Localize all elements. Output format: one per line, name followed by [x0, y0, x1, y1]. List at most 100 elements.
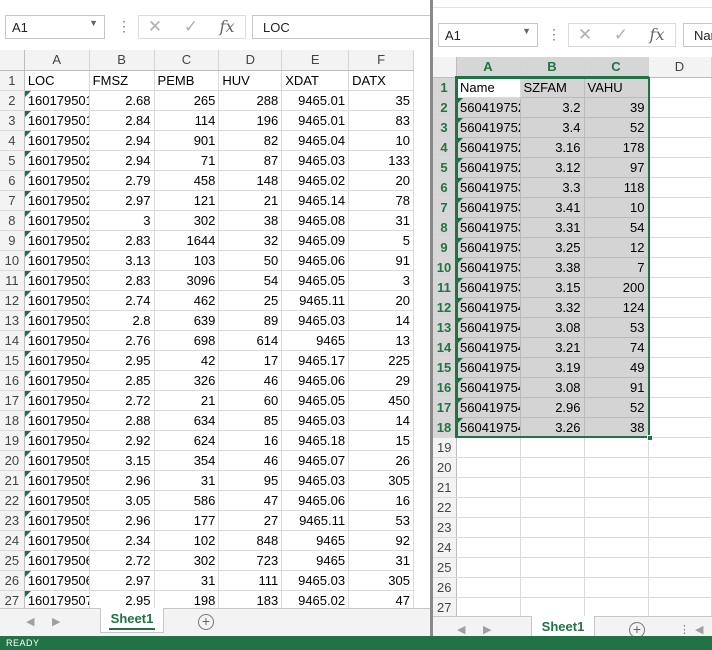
cell[interactable]: 160179503 — [24, 250, 90, 271]
row-header[interactable]: 3 — [0, 110, 25, 131]
cell[interactable]: 102 — [154, 530, 220, 551]
cell[interactable]: 3.12 — [520, 157, 585, 178]
cell[interactable]: 160179506 — [24, 550, 90, 571]
cell[interactable]: 42 — [154, 350, 220, 371]
row-header[interactable]: 8 — [0, 210, 25, 231]
cell[interactable]: 21 — [218, 190, 283, 211]
cell[interactable] — [456, 537, 521, 558]
cell[interactable]: 901 — [154, 130, 220, 151]
cell[interactable]: 27 — [218, 510, 283, 531]
cell[interactable]: 560419752 — [456, 137, 521, 158]
cell[interactable]: 3.26 — [520, 417, 585, 438]
cell[interactable]: 2.72 — [89, 550, 155, 571]
row-header[interactable]: 6 — [0, 170, 25, 191]
cell[interactable]: 97 — [584, 157, 649, 178]
cell[interactable]: 9465.09 — [281, 230, 350, 251]
select-all-corner[interactable] — [0, 50, 25, 71]
cell[interactable] — [648, 417, 712, 438]
cell[interactable]: 160179505 — [24, 450, 90, 471]
cell[interactable]: 29 — [348, 370, 414, 391]
cell[interactable]: XDAT — [281, 70, 350, 91]
cell[interactable]: 265 — [154, 90, 220, 111]
cell[interactable]: 305 — [348, 570, 414, 591]
cell[interactable]: 2.68 — [89, 90, 155, 111]
row-header[interactable]: 17 — [0, 390, 25, 411]
cell[interactable]: 82 — [218, 130, 283, 151]
cell[interactable]: 118 — [584, 177, 649, 198]
check-icon[interactable]: ✓ — [607, 24, 635, 46]
column-header-f[interactable]: F — [348, 50, 414, 71]
cell[interactable]: 160179502 — [24, 130, 90, 151]
cell[interactable]: 160179502 — [24, 150, 90, 171]
cell[interactable] — [584, 557, 649, 578]
cell[interactable] — [456, 597, 521, 618]
row-header[interactable]: 13 — [0, 310, 25, 331]
cell[interactable]: 16 — [348, 490, 414, 511]
cell[interactable]: 3 — [89, 210, 155, 231]
cell[interactable]: 53 — [348, 510, 414, 531]
cell[interactable]: VAHU — [584, 77, 649, 98]
cell[interactable]: 3.08 — [520, 317, 585, 338]
cell[interactable]: 9465.03 — [281, 310, 350, 331]
cell[interactable]: 1644 — [154, 230, 220, 251]
row-header[interactable]: 14 — [433, 337, 457, 358]
cell[interactable] — [520, 537, 585, 558]
cell[interactable] — [584, 437, 649, 458]
cell[interactable]: 2.95 — [89, 350, 155, 371]
cell[interactable]: 95 — [218, 470, 283, 491]
cell[interactable]: 160179504 — [24, 430, 90, 451]
cell[interactable]: 121 — [154, 190, 220, 211]
column-header-c[interactable]: C — [584, 57, 649, 78]
cell[interactable]: 225 — [348, 350, 414, 371]
cell[interactable]: 9465.14 — [281, 190, 350, 211]
cell[interactable]: 160179503 — [24, 310, 90, 331]
cell[interactable]: 2.97 — [89, 570, 155, 591]
cell[interactable]: 560419754 — [456, 417, 521, 438]
cell[interactable]: 2.84 — [89, 110, 155, 131]
cell[interactable]: 9465 — [281, 330, 350, 351]
cell[interactable]: 3 — [348, 270, 414, 291]
row-header[interactable]: 25 — [433, 557, 457, 578]
row-header[interactable]: 10 — [0, 250, 25, 271]
row-header[interactable]: 8 — [433, 217, 457, 238]
cell[interactable] — [648, 377, 712, 398]
cell[interactable]: 2.94 — [89, 130, 155, 151]
cell[interactable] — [456, 557, 521, 578]
cell[interactable]: 9465.17 — [281, 350, 350, 371]
row-header[interactable]: 4 — [0, 130, 25, 151]
cell[interactable]: 9465.05 — [281, 390, 350, 411]
row-header[interactable]: 24 — [0, 530, 25, 551]
cell[interactable]: 2.72 — [89, 390, 155, 411]
cell[interactable]: 46 — [218, 370, 283, 391]
cell[interactable]: 2.96 — [89, 510, 155, 531]
cell[interactable]: 31 — [154, 470, 220, 491]
column-header-a[interactable]: A — [24, 50, 90, 71]
cell[interactable] — [584, 477, 649, 498]
cell[interactable]: 52 — [584, 117, 649, 138]
cell[interactable]: 9465.11 — [281, 290, 350, 311]
cell[interactable]: 160179502 — [24, 190, 90, 211]
formula-input[interactable]: LOC — [252, 15, 430, 39]
cell[interactable]: 302 — [154, 210, 220, 231]
row-header[interactable]: 12 — [433, 297, 457, 318]
scroll-tabs-left-icon[interactable]: ◀ — [26, 615, 34, 628]
cell[interactable]: 9465.03 — [281, 410, 350, 431]
cell[interactable]: 560419753 — [456, 277, 521, 298]
cell[interactable]: DATX — [348, 70, 414, 91]
cell[interactable]: 9465.06 — [281, 370, 350, 391]
cell[interactable]: 614 — [218, 330, 283, 351]
row-header[interactable]: 6 — [433, 177, 457, 198]
row-header[interactable]: 2 — [433, 97, 457, 118]
cell[interactable] — [648, 77, 712, 98]
column-header-b[interactable]: B — [89, 50, 155, 71]
more-options-icon[interactable]: ⋮ — [679, 623, 690, 636]
cell[interactable]: 2.96 — [89, 470, 155, 491]
cell[interactable]: 14 — [348, 410, 414, 431]
cell[interactable]: 9465.03 — [281, 570, 350, 591]
cell[interactable] — [584, 497, 649, 518]
cell[interactable] — [648, 117, 712, 138]
cell[interactable]: 78 — [348, 190, 414, 211]
row-header[interactable]: 21 — [433, 477, 457, 498]
cell[interactable] — [648, 517, 712, 538]
cell[interactable] — [648, 197, 712, 218]
